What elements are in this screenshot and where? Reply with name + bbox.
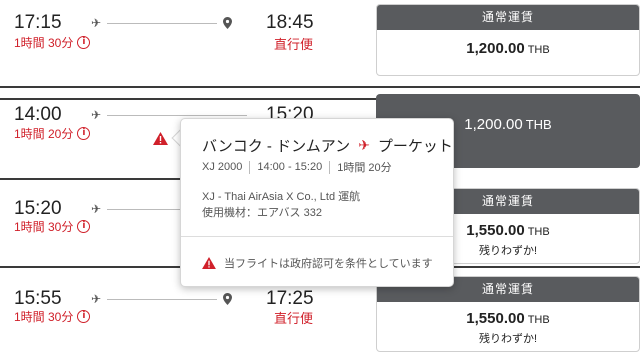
- airplane-icon: ✈: [91, 202, 102, 216]
- departure-time: 15:55: [14, 288, 62, 309]
- popup-operator-info: XJ - Thai AirAsia X Co., Ltd 運航 使用機材：エアバ…: [202, 189, 360, 221]
- flight-times: 14:00 - 15:20: [257, 161, 323, 173]
- airplane-icon: ✈: [91, 16, 102, 30]
- fare-option[interactable]: 通常運賃 1,200.00 THB: [376, 4, 640, 76]
- currency: THB: [527, 314, 550, 326]
- duration: 1時間 30分 i: [14, 218, 91, 235]
- info-icon[interactable]: i: [77, 127, 91, 140]
- route-line: [107, 23, 217, 24]
- direct-flight-label: 直行便: [274, 37, 314, 52]
- price-value: 1,200.00: [466, 40, 525, 57]
- route-line: [107, 299, 217, 300]
- aircraft: 使用機材：エアバス 332: [202, 207, 322, 219]
- location-pin-icon: [223, 17, 232, 29]
- departure-time: 14:00: [14, 104, 62, 125]
- info-icon[interactable]: i: [77, 310, 91, 323]
- duration-text: 1時間 30分: [14, 310, 74, 324]
- price-value: 1,550.00: [466, 222, 525, 239]
- warning-text: 当フライトは政府認可を条件としています: [224, 258, 433, 270]
- popup-flight-meta: XJ 2000 14:00 - 15:20 1時間 20分: [202, 159, 392, 175]
- popup-route: バンコク - ドンムアン ✈ プーケット: [202, 135, 453, 156]
- popup-warning: 当フライトは政府認可を条件としています: [202, 255, 433, 271]
- fare-option[interactable]: 通常運賃 1,550.00 THB 残りわずか!: [376, 276, 640, 352]
- destination: プーケット: [377, 138, 453, 155]
- airplane-icon: ✈: [91, 292, 102, 306]
- fare-type-label: 通常運賃: [377, 5, 639, 30]
- currency: THB: [527, 226, 550, 238]
- divider: [249, 160, 251, 174]
- warning-icon: [202, 257, 216, 269]
- duration: 1時間 30分 i: [14, 308, 91, 325]
- warning-icon[interactable]: [153, 132, 168, 145]
- row-divider: [0, 98, 376, 100]
- info-icon[interactable]: i: [77, 220, 91, 233]
- arrival-time: 18:45: [266, 12, 314, 33]
- flight-duration: 1時間 20分: [337, 162, 392, 174]
- duration-text: 1時間 20分: [14, 127, 74, 141]
- info-icon[interactable]: i: [77, 36, 91, 49]
- fare-price: 1,200.00 THB: [377, 40, 639, 57]
- price-value: 1,200.00: [464, 116, 523, 133]
- airplane-icon: ✈: [358, 137, 370, 153]
- airplane-icon: ✈: [91, 108, 102, 122]
- price-value: 1,550.00: [466, 310, 525, 327]
- flight-number: XJ 2000: [202, 161, 243, 173]
- route-line: [107, 115, 247, 116]
- currency: THB: [527, 44, 550, 56]
- departure-time: 17:15: [14, 12, 62, 33]
- duration-text: 1時間 30分: [14, 220, 74, 234]
- flight-details-popup: バンコク - ドンムアン ✈ プーケット XJ 2000 14:00 - 15:…: [180, 118, 454, 287]
- flight-row-1[interactable]: 17:15 ✈ 18:45 1時間 30分 i 直行便 通常運賃 1,200.00…: [0, 0, 640, 88]
- duration: 1時間 20分 i: [14, 125, 91, 142]
- operator: XJ - Thai AirAsia X Co., Ltd 運航: [202, 191, 361, 203]
- arrival-time: 17:25: [266, 288, 314, 309]
- location-pin-icon: [223, 293, 232, 305]
- route-line: [107, 209, 187, 210]
- popup-divider: [181, 236, 453, 237]
- origin: バンコク - ドンムアン: [202, 138, 351, 155]
- departure-time: 15:20: [14, 198, 62, 219]
- divider: [329, 160, 331, 174]
- duration-text: 1時間 30分: [14, 36, 74, 50]
- fare-price: 1,550.00 THB: [377, 310, 639, 327]
- currency: THB: [525, 117, 552, 132]
- duration: 1時間 30分 i: [14, 34, 91, 51]
- seats-remaining-note: 残りわずか!: [478, 333, 538, 345]
- direct-flight-label: 直行便: [274, 311, 314, 326]
